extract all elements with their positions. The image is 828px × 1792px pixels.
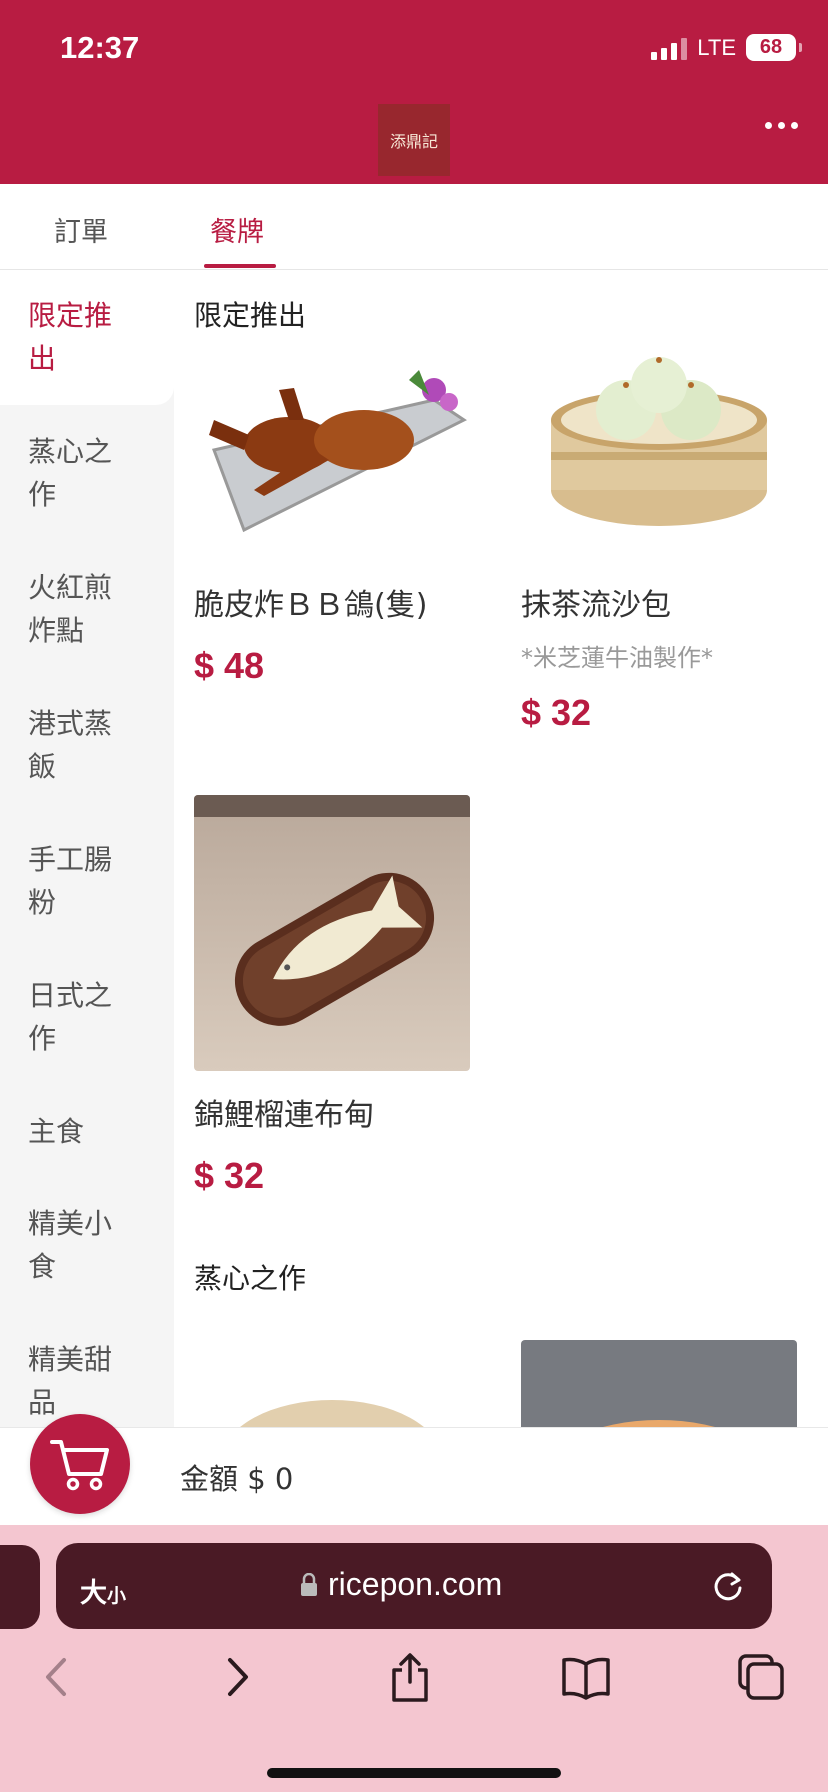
network-label: LTE bbox=[697, 34, 736, 60]
battery-icon: 68 bbox=[746, 34, 802, 61]
tab-bar: 訂單 餐牌 bbox=[0, 184, 828, 270]
url-text: ricepon.com bbox=[328, 1566, 503, 1602]
item-price-matcha-bun: $ 32 bbox=[521, 692, 592, 733]
item-price-koi-pudding: $ 32 bbox=[194, 1155, 265, 1196]
category-steamed-rice[interactable]: 港式蒸飯 bbox=[28, 702, 138, 788]
text-size-small: 小 bbox=[107, 1585, 127, 1607]
cart-icon bbox=[50, 1440, 109, 1491]
status-indicators: LTE 68 bbox=[651, 34, 802, 61]
section-title-limited: 限定推出 bbox=[194, 299, 307, 332]
item-price-pigeon: $ 48 bbox=[194, 645, 265, 686]
bookmarks-icon[interactable] bbox=[560, 1652, 612, 1706]
matcha-bun-image[interactable] bbox=[521, 340, 797, 616]
category-snacks[interactable]: 精美小食 bbox=[28, 1202, 138, 1288]
category-sidebar: 限定推出 蒸心之作 火紅煎炸點 港式蒸飯 手工腸粉 日式之作 主食 精美小食 精… bbox=[0, 270, 174, 1430]
more-menu-icon[interactable] bbox=[765, 122, 798, 129]
steamed-item-image-2[interactable] bbox=[521, 1340, 797, 1430]
item-name-pigeon[interactable]: 脆皮炸ＢＢ鴿(隻) bbox=[194, 580, 427, 624]
app-header: 12:37 LTE 68 添鼎記 bbox=[0, 0, 828, 184]
share-icon[interactable] bbox=[388, 1652, 432, 1708]
koi-pudding-image[interactable] bbox=[194, 795, 470, 1071]
steamed-item-image[interactable] bbox=[194, 1340, 470, 1430]
item-name-koi-pudding[interactable]: 錦鯉榴連布甸 bbox=[194, 1090, 374, 1134]
text-size-large: 大 bbox=[80, 1578, 107, 1609]
back-icon[interactable] bbox=[42, 1652, 72, 1706]
logo-text: 添鼎記 bbox=[389, 132, 438, 151]
active-tab-indicator bbox=[204, 264, 276, 268]
reload-icon[interactable] bbox=[710, 1568, 746, 1608]
text-size-button[interactable]: 大小 bbox=[80, 1571, 126, 1610]
url-display[interactable]: ricepon.com bbox=[300, 1566, 502, 1603]
menu-content: 限定推出 脆皮炸ＢＢ鴿(隻) $ 48 抹茶流沙包 *米芝蓮牛油製作* $ 32… bbox=[174, 270, 828, 1430]
previous-tab-preview[interactable] bbox=[0, 1545, 40, 1629]
cart-amount: 金額 $ 0 bbox=[180, 1462, 294, 1496]
tabs-icon[interactable] bbox=[736, 1652, 786, 1706]
tab-orders[interactable]: 訂單 bbox=[54, 210, 108, 249]
category-steamed[interactable]: 蒸心之作 bbox=[28, 430, 138, 516]
item-name-matcha-bun[interactable]: 抹茶流沙包 bbox=[521, 580, 671, 624]
tab-menu[interactable]: 餐牌 bbox=[210, 210, 264, 249]
restaurant-logo[interactable]: 添鼎記 bbox=[378, 104, 450, 176]
item-note-matcha-bun: *米芝蓮牛油製作* bbox=[521, 644, 713, 672]
category-main[interactable]: 主食 bbox=[28, 1110, 138, 1153]
forward-icon[interactable] bbox=[222, 1652, 252, 1706]
signal-icon bbox=[651, 36, 688, 60]
category-fried[interactable]: 火紅煎炸點 bbox=[28, 566, 138, 652]
status-time: 12:37 bbox=[60, 30, 140, 65]
cart-button[interactable] bbox=[30, 1414, 130, 1514]
home-indicator bbox=[267, 1768, 561, 1778]
category-japanese[interactable]: 日式之作 bbox=[28, 974, 138, 1060]
category-rice-rolls[interactable]: 手工腸粉 bbox=[28, 838, 138, 924]
section-title-steamed: 蒸心之作 bbox=[194, 1262, 307, 1295]
lock-icon bbox=[301, 1572, 317, 1596]
category-limited[interactable]: 限定推出 bbox=[28, 294, 138, 380]
roast-pigeon-image[interactable] bbox=[194, 340, 470, 616]
category-desserts[interactable]: 精美甜品 bbox=[28, 1338, 138, 1424]
